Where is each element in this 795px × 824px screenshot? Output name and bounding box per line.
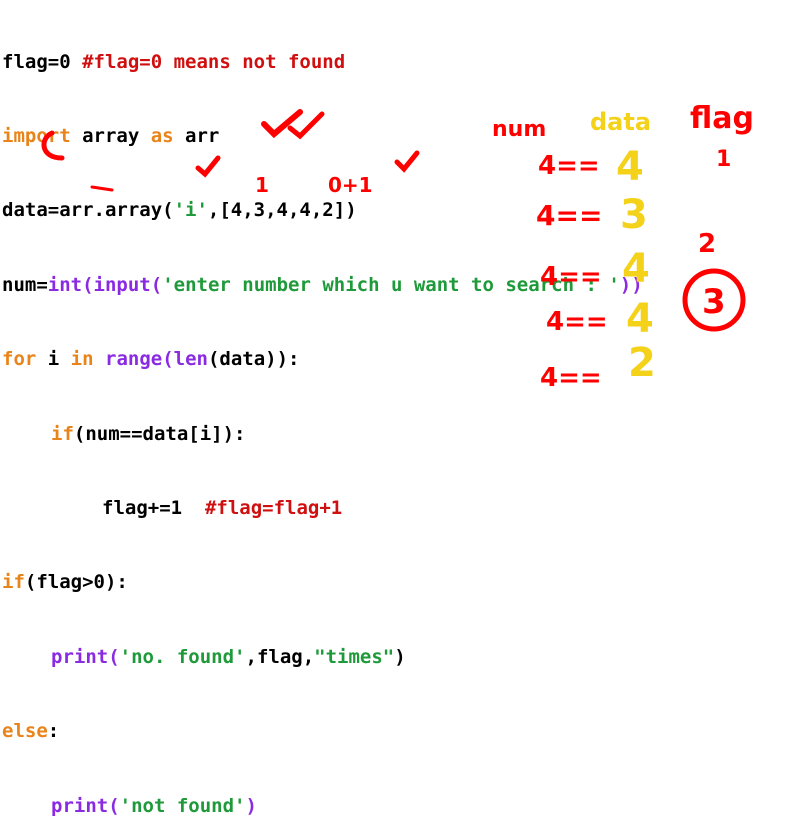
builtin-input: input	[93, 273, 151, 296]
code-text: )	[394, 645, 406, 668]
code-paren: (	[108, 794, 120, 817]
code-text: data=arr.array(	[2, 199, 174, 222]
string-literal: 'no. found'	[119, 645, 246, 668]
code-line-5: for i in range(len(data)):	[2, 347, 643, 372]
builtin-len: len	[173, 348, 208, 371]
code-editor[interactable]: flag=0 #flag=0 means not found import ar…	[2, 0, 643, 824]
code-text: ,flag,	[245, 645, 315, 668]
code-line-6: if(num==data[i]):	[2, 422, 643, 447]
keyword-if: if	[2, 571, 25, 594]
count-circle	[682, 268, 746, 332]
code-line-2: import array as arr	[2, 124, 643, 149]
keyword-if: if	[51, 422, 74, 445]
code-text: ,[4,3,4,4,2])	[207, 199, 357, 222]
builtin-range: range	[105, 348, 163, 371]
code-comment: #flag=flag+1	[204, 496, 343, 519]
code-line-4: num=int(input('enter number which u want…	[2, 273, 643, 298]
builtin-print: print	[51, 794, 109, 817]
code-paren: (	[108, 645, 120, 668]
code-line-1: flag=0 #flag=0 means not found	[2, 50, 643, 75]
code-text: num=	[2, 273, 48, 296]
code-text: i	[36, 348, 71, 371]
code-text: array	[70, 124, 151, 147]
code-paren: (	[82, 273, 94, 296]
flag-initial-value: 1	[716, 147, 731, 172]
code-line-9: print('no. found',flag,"times")	[2, 645, 643, 670]
code-line-3: data=arr.array('i',[4,3,4,4,2])	[2, 198, 643, 223]
keyword-for: for	[2, 348, 37, 371]
string-literal: 'not found'	[119, 794, 246, 817]
code-line-10: else:	[2, 719, 643, 744]
count-two: 2	[698, 229, 716, 259]
code-text: (data)):	[207, 348, 300, 371]
code-line-8: if(flag>0):	[2, 570, 643, 595]
code-text: (num==data[i]):	[73, 422, 246, 445]
code-comment: #flag=0 means not found	[82, 50, 346, 73]
string-literal: "times"	[314, 645, 395, 668]
code-text: flag+=1	[102, 496, 205, 519]
count-three: 3	[702, 282, 726, 322]
code-paren: )	[245, 794, 257, 817]
code-paren: ))	[619, 273, 643, 296]
code-paren: (	[162, 348, 174, 371]
code-line-11: print('not found')	[2, 794, 643, 819]
keyword-as: as	[150, 124, 174, 147]
keyword-import: import	[2, 124, 71, 147]
keyword-in: in	[70, 348, 94, 371]
builtin-int: int	[47, 273, 83, 296]
code-text: :	[47, 720, 60, 743]
builtin-print: print	[51, 645, 109, 668]
keyword-else: else	[2, 720, 48, 743]
code-text: arr	[173, 124, 220, 147]
code-line-7: flag+=1 #flag=flag+1	[2, 496, 643, 521]
code-paren: (	[150, 273, 163, 296]
flag-column-label: flag	[690, 101, 754, 136]
code-text: flag=0	[2, 50, 83, 73]
string-literal: 'i'	[173, 199, 208, 222]
string-literal: 'enter number which u want to search : '	[162, 273, 620, 296]
code-text: (flag>0):	[24, 571, 128, 594]
